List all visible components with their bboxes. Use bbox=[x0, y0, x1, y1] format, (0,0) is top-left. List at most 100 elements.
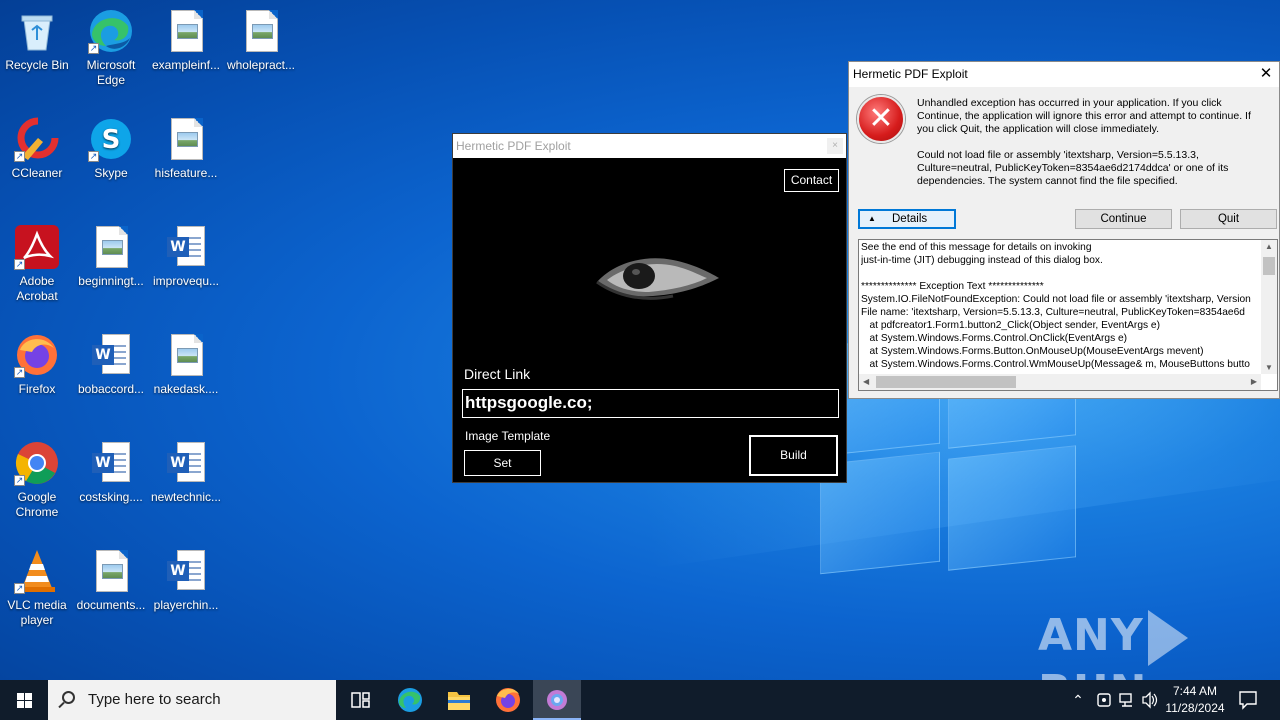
desktop-icon-playerchin[interactable]: W playerchin... bbox=[149, 548, 223, 613]
vlc-icon: ↗ bbox=[14, 548, 60, 594]
shortcut-arrow-icon: ↗ bbox=[88, 151, 99, 162]
desktop-icon-google-chrome[interactable]: ↗ Google Chrome bbox=[0, 440, 74, 520]
recycle-bin-icon bbox=[14, 8, 60, 54]
details-button[interactable]: ▲ Details bbox=[858, 209, 956, 229]
file-explorer-icon bbox=[448, 692, 470, 710]
horizontal-scrollbar[interactable]: ◀ ▶ bbox=[859, 374, 1261, 390]
build-button[interactable]: Build bbox=[749, 435, 838, 476]
set-button[interactable]: Set bbox=[464, 450, 541, 476]
desktop-icon-wholepract[interactable]: wholepract... bbox=[224, 8, 298, 73]
vertical-scrollbar[interactable]: ▲ ▼ bbox=[1261, 240, 1277, 374]
taskbar-hermetic-app-button[interactable] bbox=[533, 680, 581, 720]
scroll-right-icon[interactable]: ▶ bbox=[1251, 377, 1257, 386]
horizontal-scroll-thumb[interactable] bbox=[876, 376, 1016, 388]
task-view-button[interactable] bbox=[336, 680, 384, 720]
desktop-icon-improvequ[interactable]: W improvequ... bbox=[149, 224, 223, 289]
eye-graphic bbox=[596, 258, 719, 300]
direct-link-label: Direct Link bbox=[464, 366, 531, 382]
tray-volume-button[interactable] bbox=[1140, 680, 1160, 720]
edge-icon bbox=[398, 688, 422, 712]
dialog-close-button[interactable]: ✕ bbox=[1256, 64, 1276, 84]
shortcut-arrow-icon: ↗ bbox=[14, 259, 25, 270]
image-file-icon bbox=[238, 8, 284, 54]
dialog-title-bar[interactable]: Hermetic PDF Exploit ✕ bbox=[849, 62, 1279, 87]
desktop-icon-adobe-acrobat[interactable]: ↗ Adobe Acrobat bbox=[0, 224, 74, 304]
image-template-label: Image Template bbox=[465, 429, 551, 443]
chevron-up-icon: ⌃ bbox=[1072, 692, 1084, 708]
start-button[interactable] bbox=[0, 680, 48, 720]
tray-network-button[interactable] bbox=[1117, 680, 1137, 720]
image-file-icon bbox=[88, 548, 134, 594]
taskbar-search-box[interactable]: Type here to search bbox=[48, 680, 336, 720]
shortcut-arrow-icon: ↗ bbox=[14, 151, 25, 162]
vertical-scroll-thumb[interactable] bbox=[1263, 257, 1275, 275]
desktop-icon-costsking[interactable]: W costsking.... bbox=[74, 440, 148, 505]
taskbar-file-explorer-button[interactable] bbox=[435, 680, 483, 720]
desktop-icon-newtechnic[interactable]: W newtechnic... bbox=[149, 440, 223, 505]
hermetic-app-window: Hermetic PDF Exploit × Contact Direct Li… bbox=[452, 133, 847, 483]
scroll-down-icon[interactable]: ▼ bbox=[1265, 363, 1273, 372]
action-center-button[interactable] bbox=[1234, 680, 1262, 720]
anyrun-watermark: ANYRUN bbox=[1038, 610, 1280, 680]
scroll-up-icon[interactable]: ▲ bbox=[1265, 242, 1273, 251]
word-file-icon: W bbox=[88, 332, 134, 378]
acrobat-icon: ↗ bbox=[14, 224, 60, 270]
tray-device-button[interactable] bbox=[1094, 680, 1114, 720]
clock-time: 7:44 AM bbox=[1172, 684, 1218, 698]
desktop-icon-exampleinf[interactable]: exampleinf... bbox=[149, 8, 223, 73]
device-icon bbox=[1097, 693, 1111, 707]
clock-date: 11/28/2024 bbox=[1165, 701, 1225, 715]
desktop-icon-firefox[interactable]: ↗ Firefox bbox=[0, 332, 74, 397]
details-textbox[interactable]: See the end of this message for details … bbox=[858, 239, 1278, 391]
desktop-icon-microsoft-edge[interactable]: ↗ Microsoft Edge bbox=[74, 8, 148, 88]
word-file-icon: W bbox=[163, 224, 209, 270]
desktop-icon-hisfeature[interactable]: hisfeature... bbox=[149, 116, 223, 181]
exception-dialog: Hermetic PDF Exploit ✕ ✕ Unhandled excep… bbox=[848, 61, 1280, 399]
taskbar: Type here to search ⌃ 7:44 AM 11/28/2024 bbox=[0, 680, 1280, 720]
dialog-message: Unhandled exception has occurred in your… bbox=[917, 97, 1269, 201]
shortcut-arrow-icon: ↗ bbox=[14, 583, 25, 594]
search-placeholder: Type here to search bbox=[88, 691, 221, 708]
details-text: See the end of this message for details … bbox=[861, 242, 1251, 370]
search-icon bbox=[62, 691, 75, 704]
edge-icon: ↗ bbox=[88, 8, 134, 54]
quit-button[interactable]: Quit bbox=[1180, 209, 1277, 229]
dialog-message-intro: Unhandled exception has occurred in your… bbox=[917, 97, 1251, 135]
play-logo-icon bbox=[1147, 610, 1188, 666]
notification-icon bbox=[1239, 691, 1257, 710]
dialog-title: Hermetic PDF Exploit bbox=[853, 67, 968, 81]
firefox-icon bbox=[496, 688, 520, 712]
firefox-icon: ↗ bbox=[14, 332, 60, 378]
desktop-icon-skype[interactable]: S ↗ Skype bbox=[74, 116, 148, 181]
desktop-icon-vlc[interactable]: ↗ VLC media player bbox=[0, 548, 74, 628]
shortcut-arrow-icon: ↗ bbox=[14, 367, 25, 378]
desktop-icon-recycle-bin[interactable]: Recycle Bin bbox=[0, 8, 74, 73]
show-hidden-icons-button[interactable]: ⌃ bbox=[1068, 680, 1088, 720]
app-title: Hermetic PDF Exploit bbox=[456, 139, 571, 153]
continue-button[interactable]: Continue bbox=[1075, 209, 1172, 229]
direct-link-input[interactable]: httpsgoogle.co; bbox=[462, 389, 839, 418]
hermetic-app-icon bbox=[547, 690, 567, 710]
dialog-message-error: Could not load file or assembly 'itextsh… bbox=[917, 149, 1229, 187]
desktop-icon-ccleaner[interactable]: ↗ CCleaner bbox=[0, 116, 74, 181]
desktop-icon-documents[interactable]: documents... bbox=[74, 548, 148, 613]
image-file-icon bbox=[163, 116, 209, 162]
desktop-icon-bobaccord[interactable]: W bobaccord... bbox=[74, 332, 148, 397]
network-icon bbox=[1119, 693, 1132, 707]
app-title-bar[interactable]: Hermetic PDF Exploit × bbox=[453, 134, 846, 158]
desktop-icon-beginningt[interactable]: beginningt... bbox=[74, 224, 148, 289]
app-close-button[interactable]: × bbox=[827, 138, 843, 154]
scroll-left-icon[interactable]: ◀ bbox=[863, 377, 869, 386]
taskbar-clock[interactable]: 7:44 AM 11/28/2024 bbox=[1160, 683, 1230, 717]
desktop-icon-nakedask[interactable]: nakedask.... bbox=[149, 332, 223, 397]
contact-button[interactable]: Contact bbox=[784, 169, 839, 192]
taskbar-firefox-button[interactable] bbox=[484, 680, 532, 720]
svg-text:S: S bbox=[102, 125, 121, 155]
image-file-icon bbox=[163, 332, 209, 378]
skype-icon: S ↗ bbox=[88, 116, 134, 162]
task-view-icon bbox=[351, 692, 370, 708]
taskbar-edge-button[interactable] bbox=[386, 680, 434, 720]
word-file-icon: W bbox=[163, 440, 209, 486]
image-file-icon bbox=[163, 8, 209, 54]
word-file-icon: W bbox=[88, 440, 134, 486]
